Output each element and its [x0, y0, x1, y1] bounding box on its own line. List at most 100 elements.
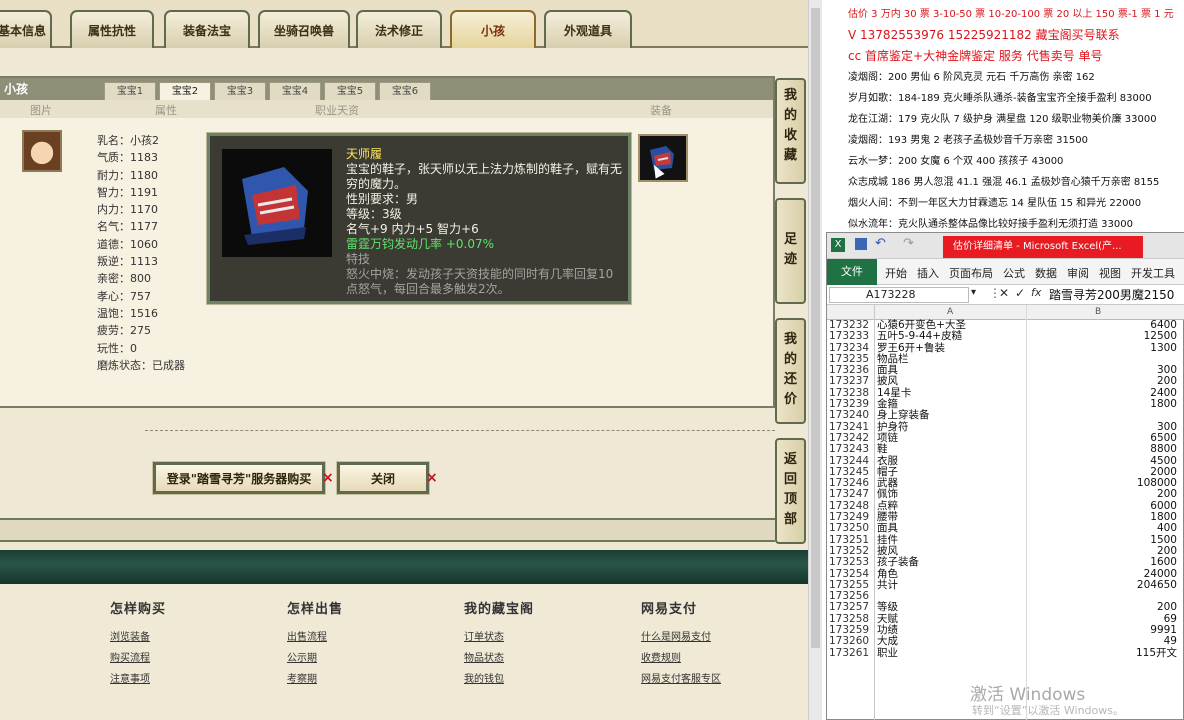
cell[interactable]: 12500 — [1027, 330, 1177, 342]
save-icon[interactable] — [855, 238, 867, 250]
undo-icon[interactable]: ↶ — [875, 236, 886, 251]
cell[interactable]: 衣服 — [877, 455, 1027, 467]
cell[interactable]: 大成 — [877, 636, 1027, 648]
cell[interactable]: 物品栏 — [877, 353, 1027, 365]
baby-tab-5[interactable]: 宝宝5 — [324, 82, 376, 100]
tab-attributes[interactable]: 属性抗性 — [70, 10, 154, 48]
footer-link[interactable]: 考察期 — [287, 669, 343, 690]
side-nav-footprints[interactable]: 足迹 — [775, 198, 806, 304]
column-b-header[interactable]: B — [1095, 307, 1101, 317]
cell[interactable]: 200 — [1027, 602, 1177, 614]
function-icon[interactable]: fx — [1031, 286, 1041, 299]
cell[interactable]: 腰带 — [877, 511, 1027, 523]
cell[interactable]: 1300 — [1027, 342, 1177, 354]
ribbon-tab-review[interactable]: 审阅 — [1067, 265, 1089, 281]
scrollbar-thumb[interactable] — [811, 8, 820, 648]
row-number: 173233 — [829, 330, 870, 343]
cell[interactable]: 面具 — [877, 523, 1027, 535]
cell[interactable]: 鞋 — [877, 443, 1027, 455]
baby-tab-1[interactable]: 宝宝1 — [104, 82, 156, 100]
formula-input[interactable]: 踏雪寻芳200男魔2150 — [1049, 286, 1174, 303]
cell[interactable]: 49 — [1027, 636, 1177, 648]
buy-login-button[interactable]: 登录"踏雪寻芳"服务器购买 — [153, 462, 325, 494]
cell[interactable]: 等级 — [877, 602, 1027, 614]
footer-link[interactable]: 浏览装备 — [110, 627, 166, 648]
ribbon-tab-file[interactable]: 文件 — [827, 259, 877, 285]
redo-icon[interactable]: ↷ — [903, 236, 914, 251]
footer-link[interactable]: 什么是网易支付 — [641, 627, 721, 648]
name-box[interactable]: A173228 — [829, 287, 969, 303]
baby-tab-6[interactable]: 宝宝6 — [379, 82, 431, 100]
baby-tab-3[interactable]: 宝宝3 — [214, 82, 266, 100]
cell[interactable]: 角色 — [877, 568, 1027, 580]
equip-slot-shoes[interactable] — [638, 134, 688, 182]
row-number: 173253 — [829, 556, 870, 569]
page-scrollbar[interactable] — [808, 0, 822, 720]
cell[interactable]: 14星卡 — [877, 387, 1027, 399]
tab-basic-info[interactable]: 基本信息 — [0, 10, 52, 48]
cell[interactable]: 天赋 — [877, 613, 1027, 625]
sheet-row: 173253 孩子装备 1600 — [827, 556, 1184, 569]
tab-appearance[interactable]: 外观道具 — [544, 10, 632, 48]
ribbon-tab-home[interactable]: 开始 — [885, 265, 907, 281]
cell[interactable]: 挂件 — [877, 534, 1027, 546]
cell[interactable]: 身上穿装备 — [877, 410, 1027, 422]
ribbon-tab-formulas[interactable]: 公式 — [1003, 265, 1025, 281]
cell[interactable]: 面具 — [877, 364, 1027, 376]
tab-spells[interactable]: 法术修正 — [356, 10, 442, 48]
cell[interactable]: 护身符 — [877, 421, 1027, 433]
footer-link[interactable]: 公示期 — [287, 648, 343, 669]
tab-child[interactable]: 小孩 — [450, 10, 536, 48]
side-nav-my-offers[interactable]: 我的还价 — [775, 318, 806, 424]
cell[interactable]: 1800 — [1027, 398, 1177, 410]
ribbon-tab-data[interactable]: 数据 — [1035, 265, 1057, 281]
cell[interactable]: 1800 — [1027, 511, 1177, 523]
footer-link[interactable]: 收费规则 — [641, 648, 721, 669]
cell[interactable]: 204650 — [1027, 579, 1177, 591]
footer-link[interactable]: 出售流程 — [287, 627, 343, 648]
cancel-icon[interactable]: ✕ — [999, 286, 1009, 300]
cell[interactable]: 9991 — [1027, 624, 1177, 636]
column-a-header[interactable]: A — [947, 307, 953, 317]
cell[interactable]: 点粹 — [877, 500, 1027, 512]
side-nav-back-to-top[interactable]: 返回顶部 — [775, 438, 806, 544]
cell[interactable]: 孩子装备 — [877, 556, 1027, 568]
footer-link[interactable]: 网易支付客服专区 — [641, 669, 721, 690]
stat-row: 温饱：1516 — [97, 306, 158, 320]
tooltip-text: 天师履 宝宝的鞋子，张天师以无上法力炼制的鞋子，赋有无穷的魔力。 性别要求：男 … — [346, 147, 624, 297]
cell[interactable]: 职业 — [877, 647, 1027, 659]
cell[interactable]: 武器 — [877, 477, 1027, 489]
cell[interactable]: 8800 — [1027, 443, 1177, 455]
footer-link[interactable]: 购买流程 — [110, 648, 166, 669]
footer-link[interactable]: 订单状态 — [464, 627, 534, 648]
cell[interactable]: 108000 — [1027, 477, 1177, 489]
cell[interactable]: 1500 — [1027, 534, 1177, 546]
ribbon-tab-view[interactable]: 视图 — [1099, 265, 1121, 281]
ribbon-tab-developer[interactable]: 开发工具 — [1131, 265, 1175, 281]
cell[interactable]: 115开文 — [1027, 647, 1177, 659]
ribbon-tab-insert[interactable]: 插入 — [917, 265, 939, 281]
tab-equipment[interactable]: 装备法宝 — [164, 10, 250, 48]
cell[interactable]: 300 — [1027, 364, 1177, 376]
dropdown-icon[interactable]: ▾ — [971, 287, 976, 298]
cell[interactable]: 共计 — [877, 579, 1027, 591]
baby-tab-4[interactable]: 宝宝4 — [269, 82, 321, 100]
cell[interactable]: 功绩 — [877, 624, 1027, 636]
side-nav-favorites[interactable]: 我的收藏 — [775, 78, 806, 184]
cell[interactable]: 1600 — [1027, 556, 1177, 568]
cell[interactable]: 项链 — [877, 432, 1027, 444]
cell[interactable]: 五叶5-9-44+皮糙 — [877, 330, 1027, 342]
footer-link[interactable]: 我的钱包 — [464, 669, 534, 690]
tab-mounts[interactable]: 坐骑召唤兽 — [258, 10, 350, 48]
close-button[interactable]: 关闭 — [337, 462, 429, 494]
baby-tab-2[interactable]: 宝宝2 — [159, 82, 211, 100]
footer-link[interactable]: 物品状态 — [464, 648, 534, 669]
cell[interactable]: 帽子 — [877, 466, 1027, 478]
cell[interactable]: 佩饰 — [877, 489, 1027, 501]
sheet-rows: 173232 心猿6开变色+大圣 6400 173233 五叶5-9-44+皮糙 1250… — [827, 319, 1184, 659]
cell[interactable]: 400 — [1027, 523, 1177, 535]
side-nav-label: 我的还价 — [783, 332, 797, 407]
confirm-icon[interactable]: ✓ — [1015, 286, 1025, 300]
ribbon-tab-layout[interactable]: 页面布局 — [949, 265, 993, 281]
footer-link[interactable]: 注意事项 — [110, 669, 166, 690]
